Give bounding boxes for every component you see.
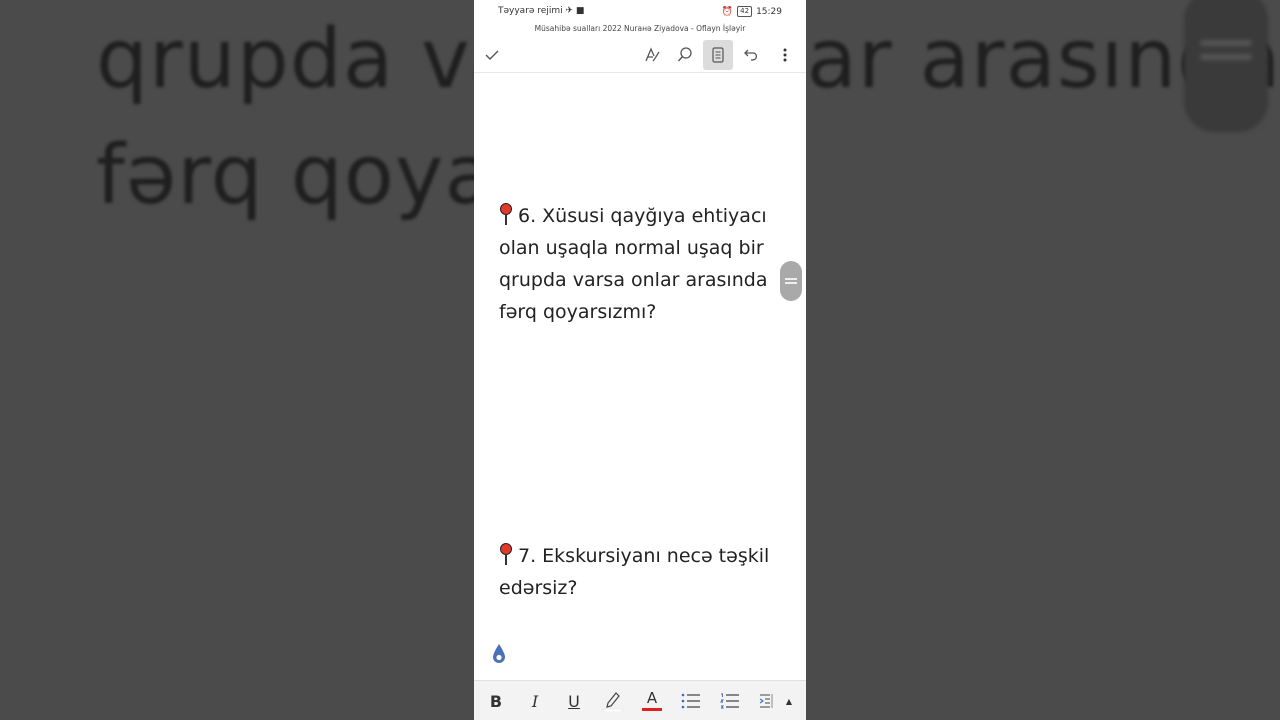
cursor-drop-icon[interactable] <box>491 643 507 665</box>
status-time: 15:29 <box>756 6 782 17</box>
alarm-icon: ⏰ <box>721 6 734 17</box>
scroll-handle[interactable] <box>780 261 802 301</box>
italic-button[interactable]: I <box>522 689 548 713</box>
question-6-text: 6. Xüsusi qayğıya ehtiyacı olan uşaqla n… <box>499 205 768 323</box>
pushpin-icon <box>499 543 513 565</box>
more-icon[interactable] <box>770 40 800 70</box>
bulleted-list-icon[interactable] <box>678 689 704 713</box>
mobile-view-icon[interactable] <box>703 40 733 70</box>
airplane-mode-label: Təyyarə rejimi <box>498 6 563 16</box>
battery-icon: 42 <box>737 6 753 17</box>
status-left: Təyyarə rejimi ✈ ■ <box>498 6 584 16</box>
font-color-button[interactable]: A <box>639 689 665 713</box>
question-7-text: 7. Ekskursiyanı necə təşkil edərsiz? <box>499 545 770 599</box>
highlight-icon[interactable] <box>600 689 626 713</box>
top-toolbar <box>474 38 806 73</box>
pushpin-icon <box>499 203 513 225</box>
undo-icon[interactable] <box>736 40 766 70</box>
stop-icon: ■ <box>575 6 585 16</box>
status-bar: Təyyarə rejimi ✈ ■ ⏰ 42 15:29 <box>474 0 806 22</box>
question-7: 7. Ekskursiyanı necə təşkil edərsiz? <box>499 540 779 604</box>
bold-button[interactable]: B <box>483 689 509 713</box>
check-icon[interactable] <box>477 40 507 70</box>
draw-icon[interactable] <box>637 40 667 70</box>
status-right: ⏰ 42 15:29 <box>722 6 782 17</box>
expand-toolbar-icon[interactable]: ▲ <box>776 689 802 713</box>
search-icon[interactable] <box>670 40 700 70</box>
document-title: Müsahibə sualları 2022 Nurанə Ziyadova -… <box>534 24 746 33</box>
format-toolbar: B I U A ▲ <box>474 680 806 720</box>
numbered-list-icon[interactable] <box>717 689 743 713</box>
document-body[interactable]: 6. Xüsusi qayğıya ehtiyacı olan uşaqla n… <box>474 73 806 680</box>
phone-screen: Təyyarə rejimi ✈ ■ ⏰ 42 15:29 Müsahibə s… <box>474 0 806 720</box>
font-color-letter: A <box>646 689 658 707</box>
underline-button[interactable]: U <box>561 689 587 713</box>
airplane-icon: ✈ <box>565 6 574 16</box>
background-scroll-handle <box>1184 0 1268 132</box>
font-color-swatch <box>642 708 662 711</box>
question-6: 6. Xüsusi qayğıya ehtiyacı olan uşaqla n… <box>499 200 779 328</box>
